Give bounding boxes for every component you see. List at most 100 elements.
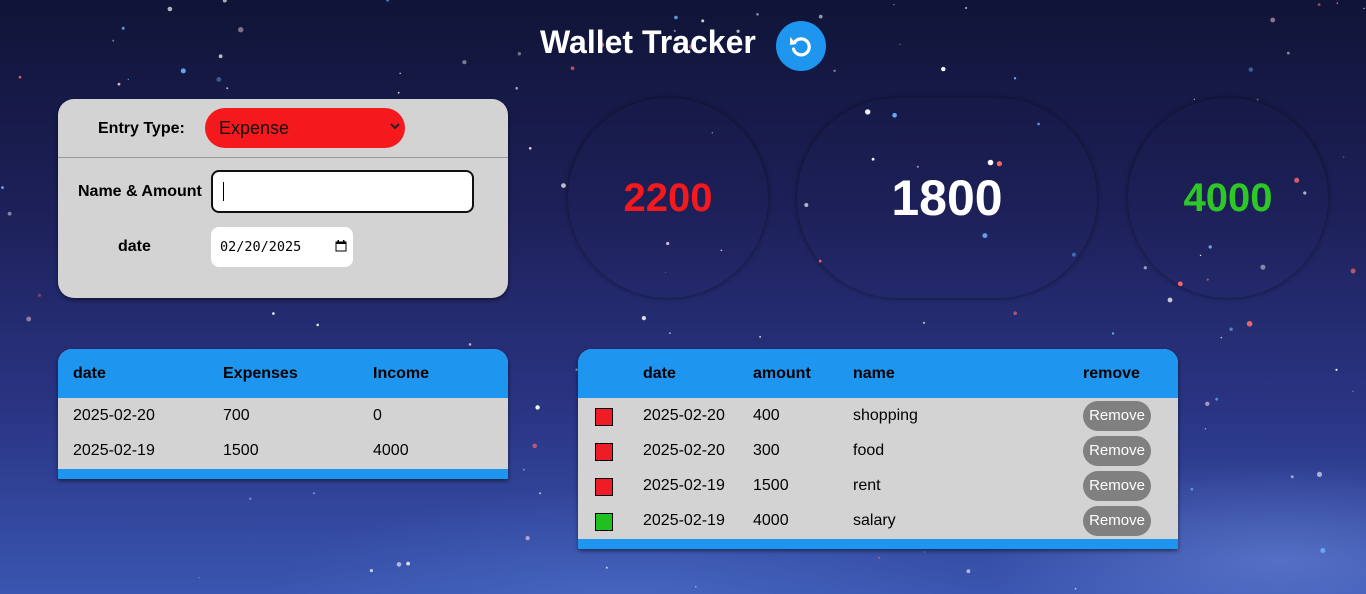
expense-type-indicator (595, 478, 613, 496)
entry-amount: 300 (753, 442, 780, 459)
star (18, 75, 22, 79)
star (222, 0, 227, 3)
star (1204, 428, 1207, 430)
entry-date: 2025-02-19 (643, 512, 725, 529)
table-footer-bar (58, 469, 508, 479)
column-header-date: date (73, 365, 106, 382)
star (1220, 336, 1223, 339)
date-value: 02/20/2025 (220, 239, 302, 255)
star (249, 497, 252, 500)
star (312, 492, 315, 495)
star (272, 312, 275, 315)
star (399, 72, 402, 75)
calendar-icon[interactable] (335, 240, 347, 252)
star (893, 4, 895, 6)
star (316, 323, 320, 327)
remove-button[interactable]: Remove (1083, 436, 1151, 466)
star (1190, 487, 1194, 491)
expense-type-indicator (595, 408, 613, 426)
star (26, 316, 32, 322)
entry-name: food (853, 442, 885, 459)
entry-date: 2025-02-20 (643, 407, 725, 424)
balance-value: 1800 (891, 170, 1003, 226)
income-type-indicator (595, 513, 613, 531)
star (1290, 475, 1294, 479)
star (1350, 268, 1356, 274)
row-expenses: 700 (223, 407, 250, 424)
star (878, 557, 880, 559)
star (669, 332, 671, 334)
entry-date: 2025-02-19 (643, 477, 725, 494)
star (525, 536, 530, 541)
header: Wallet Tracker (0, 10, 1366, 71)
star (1074, 587, 1077, 590)
text-caret (223, 182, 224, 201)
star (641, 316, 647, 321)
star (1320, 548, 1326, 553)
entry-type-label: Entry Type: (98, 120, 185, 137)
remove-button[interactable]: Remove (1083, 471, 1151, 501)
star (216, 77, 222, 82)
row-income: 0 (373, 407, 382, 424)
name-amount-label: Name & Amount (78, 183, 202, 200)
expense-type-indicator (595, 443, 613, 461)
star (1343, 156, 1345, 158)
entry-name: shopping (853, 407, 918, 424)
star (965, 6, 968, 10)
row-date: 2025-02-20 (73, 407, 155, 424)
column-header-remove: remove (1083, 365, 1140, 382)
star (1193, 98, 1195, 100)
star (7, 211, 12, 216)
column-header-income: Income (373, 365, 430, 382)
star (535, 405, 540, 410)
column-header-amount: amount (753, 365, 811, 382)
form-divider (58, 157, 508, 158)
star (966, 569, 971, 574)
star (528, 147, 532, 150)
star (1229, 327, 1233, 331)
entry-amount: 400 (753, 407, 780, 424)
star (605, 566, 608, 569)
date-label: date (118, 238, 151, 255)
table-header: date amount name remove (578, 349, 1178, 398)
balance-circle: 1800 (797, 98, 1097, 298)
date-input[interactable]: 02/20/2025 (211, 227, 353, 267)
row-expenses: 1500 (223, 442, 259, 459)
star (386, 0, 390, 2)
star (515, 86, 519, 90)
star (1256, 98, 1259, 101)
remove-button[interactable]: Remove (1083, 506, 1151, 536)
row-date: 2025-02-19 (73, 442, 155, 459)
star (1205, 401, 1210, 406)
star (406, 561, 410, 566)
star (397, 91, 400, 94)
star (1167, 297, 1173, 303)
remove-button[interactable]: Remove (1083, 401, 1151, 431)
star (522, 468, 525, 471)
refresh-icon (790, 37, 811, 57)
column-header-name: name (853, 365, 895, 382)
entry-type-select[interactable]: Expense (205, 108, 405, 148)
page-title: Wallet Tracker (540, 24, 756, 60)
total-income-value: 4000 (1183, 176, 1273, 220)
column-header-expenses: Expenses (223, 365, 298, 382)
star (1111, 332, 1115, 335)
star (1317, 3, 1321, 7)
refresh-button[interactable] (776, 21, 826, 71)
star (198, 576, 200, 579)
entries-table: date amount name remove 2025-02-20 400 s… (578, 349, 1178, 549)
table-header: date Expenses Income (58, 349, 508, 398)
star (539, 492, 542, 495)
star (695, 586, 697, 588)
star (561, 183, 566, 189)
name-amount-input[interactable] (211, 170, 474, 213)
star (127, 78, 129, 80)
star (468, 343, 472, 346)
star (1316, 471, 1323, 477)
star (1246, 321, 1253, 327)
star (37, 293, 42, 297)
entry-amount: 1500 (753, 477, 789, 494)
table-footer-bar (578, 539, 1178, 549)
star (1336, 2, 1339, 4)
star (923, 551, 926, 553)
